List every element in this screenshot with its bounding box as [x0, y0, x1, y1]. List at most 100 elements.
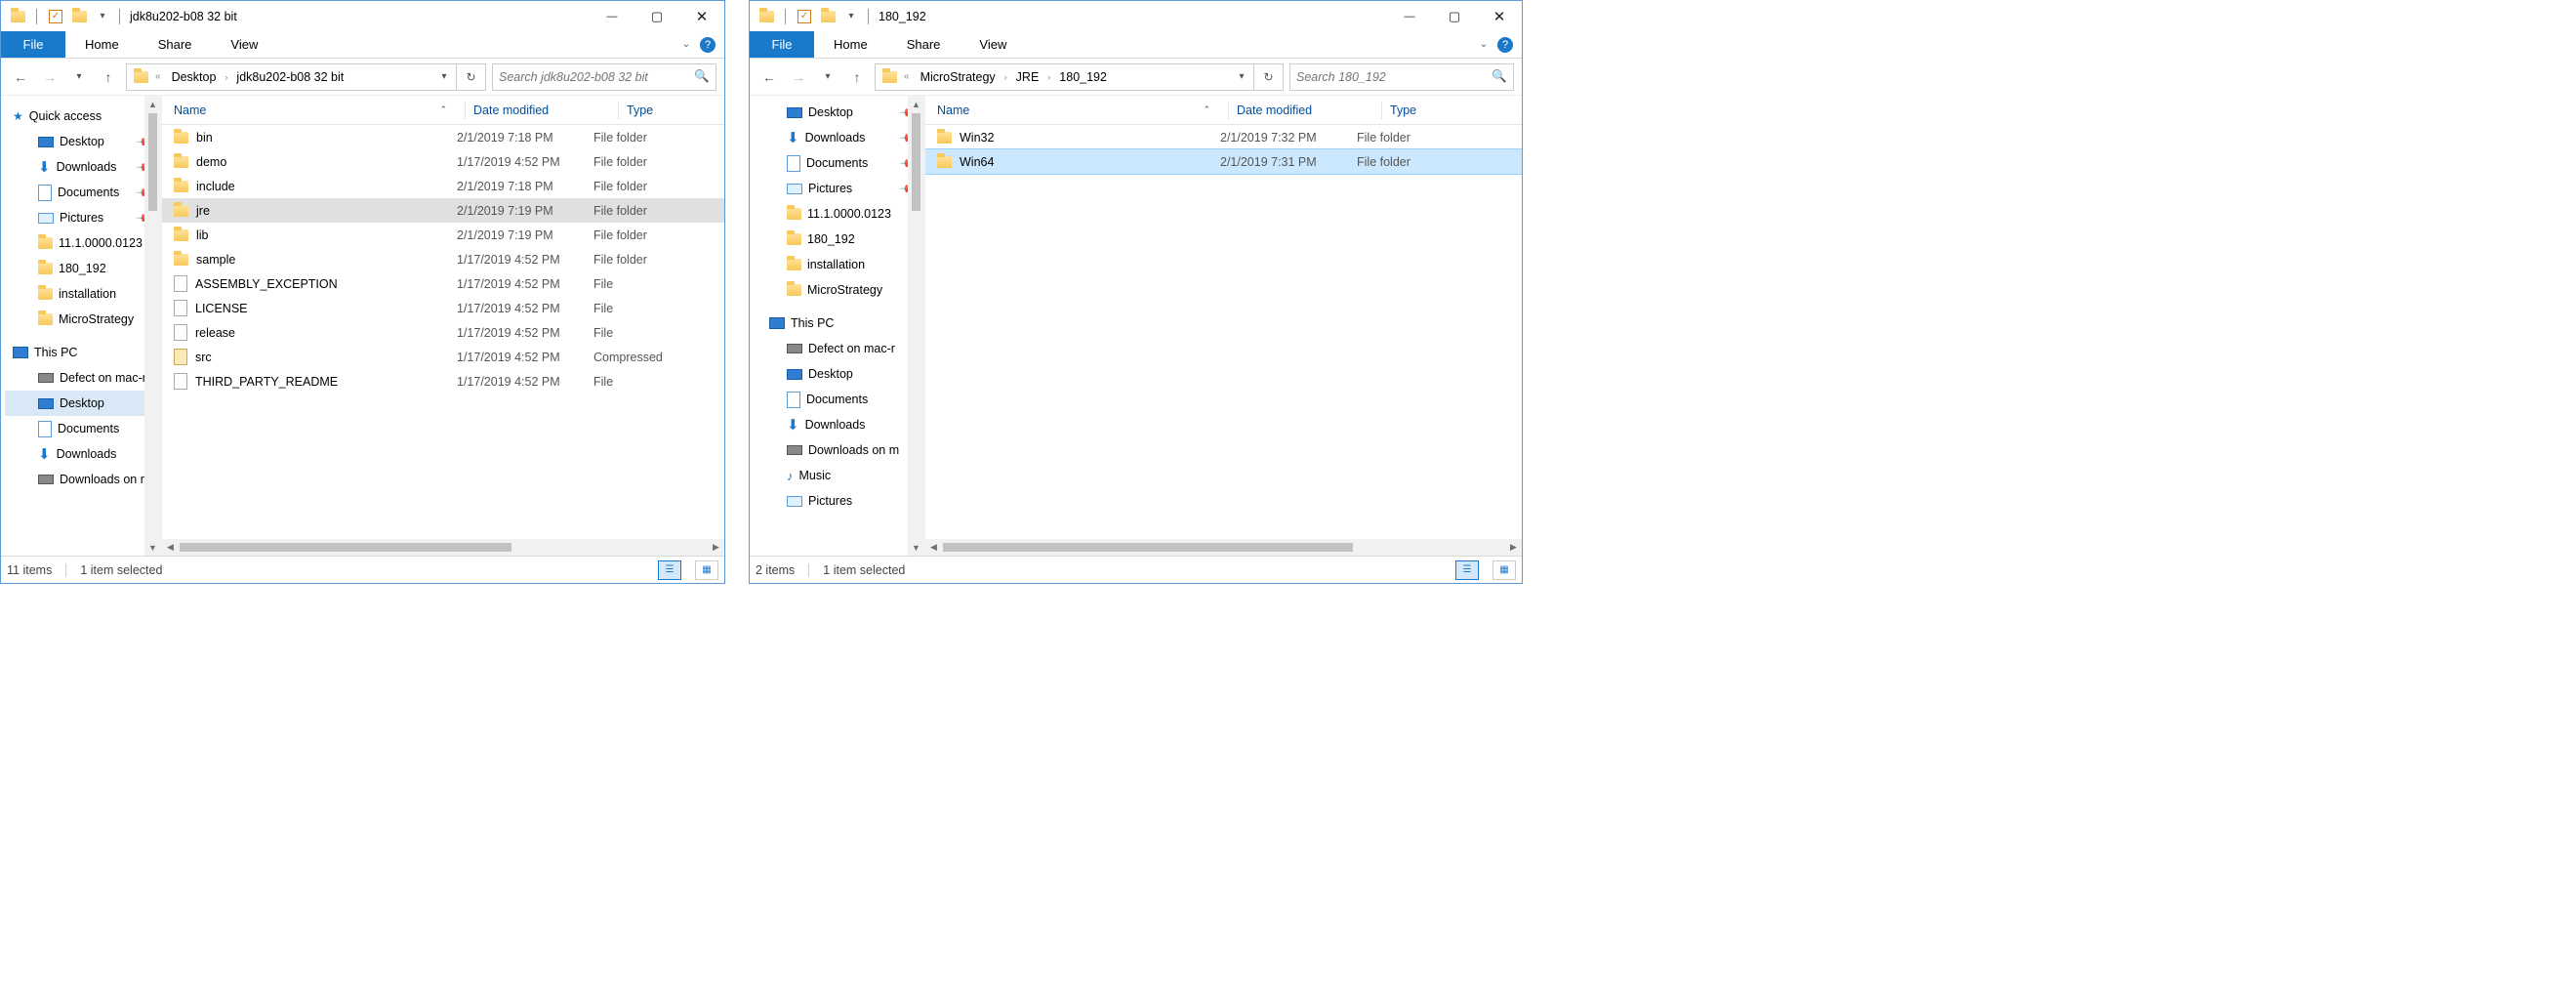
file-row[interactable]: release1/17/2019 4:52 PMFile	[162, 320, 724, 345]
up-button[interactable]: ↑	[97, 65, 120, 89]
nav-pictures[interactable]: Pictures📌	[754, 176, 920, 201]
file-row[interactable]: jre2/1/2019 7:19 PMFile folder	[162, 198, 724, 223]
recent-locations-dropdown[interactable]: ▾	[816, 65, 839, 89]
navpane-scrollbar[interactable]: ▲ ▼	[144, 96, 161, 556]
scroll-left-icon[interactable]: ◀	[925, 539, 942, 556]
file-row[interactable]: bin2/1/2019 7:18 PMFile folder	[162, 125, 724, 149]
nav-folder[interactable]: 11.1.0000.0123	[5, 230, 157, 256]
qat-customize-dropdown[interactable]: ▾	[840, 6, 862, 27]
file-row[interactable]: sample1/17/2019 4:52 PMFile folder	[162, 247, 724, 271]
nav-folder[interactable]: installation	[754, 252, 920, 277]
nav-folder[interactable]: MicroStrategy	[5, 307, 157, 332]
chevron-right-icon[interactable]: ›	[1045, 72, 1052, 82]
nav-drive[interactable]: Defect on mac-r	[754, 336, 920, 361]
qat-folder-icon[interactable]	[7, 6, 28, 27]
forward-button[interactable]: →	[787, 65, 810, 89]
col-name[interactable]: Name⌃	[937, 104, 1220, 117]
qat-newfolder-icon[interactable]	[68, 6, 90, 27]
file-row[interactable]: Win322/1/2019 7:32 PMFile folder	[925, 125, 1522, 149]
col-name[interactable]: Name⌃	[174, 104, 457, 117]
nav-pc-documents[interactable]: Documents	[5, 416, 157, 441]
search-icon[interactable]: 🔍	[688, 69, 716, 84]
scroll-down-icon[interactable]: ▼	[908, 539, 924, 556]
nav-folder[interactable]: 11.1.0000.0123	[754, 201, 920, 227]
search-icon[interactable]: 🔍	[1486, 69, 1513, 84]
search-box[interactable]: 🔍	[492, 63, 716, 91]
refresh-icon[interactable]: ↻	[456, 64, 485, 90]
quick-access-header[interactable]: ★ Quick access	[5, 104, 157, 129]
col-date[interactable]: Date modified	[1237, 104, 1373, 117]
navpane-scrollbar[interactable]: ▲ ▼	[908, 96, 924, 556]
nav-drive[interactable]: Downloads on m	[5, 467, 157, 492]
nav-desktop[interactable]: Desktop📌	[754, 100, 920, 125]
nav-pc-documents[interactable]: Documents	[754, 387, 920, 412]
file-row[interactable]: LICENSE1/17/2019 4:52 PMFile	[162, 296, 724, 320]
help-icon[interactable]: ?	[1494, 31, 1516, 58]
file-list[interactable]: Win322/1/2019 7:32 PMFile folderWin642/1…	[925, 125, 1522, 556]
nav-pc-pictures[interactable]: Pictures	[754, 488, 920, 514]
qat-newfolder-icon[interactable]	[817, 6, 838, 27]
qat-properties-icon[interactable]: ✓	[45, 6, 66, 27]
home-tab[interactable]: Home	[65, 31, 139, 58]
maximize-button[interactable]: ▢	[1432, 2, 1477, 30]
crumb[interactable]: MicroStrategy	[915, 70, 1002, 84]
breadcrumb-overflow-icon[interactable]: «	[151, 71, 165, 82]
scroll-right-icon[interactable]: ▶	[1505, 539, 1522, 556]
nav-folder[interactable]: 180_192	[754, 227, 920, 252]
address-bar[interactable]: « MicroStrategy › JRE › 180_192 ▾ ↻	[875, 63, 1284, 91]
details-view-button[interactable]: ☰	[1455, 560, 1479, 580]
view-tab[interactable]: View	[960, 31, 1026, 58]
scroll-up-icon[interactable]: ▲	[144, 96, 161, 112]
up-button[interactable]: ↑	[845, 65, 869, 89]
column-headers[interactable]: Name⌃ Date modified Type	[925, 96, 1522, 125]
col-type[interactable]: Type	[1390, 104, 1488, 117]
file-row[interactable]: Win642/1/2019 7:31 PMFile folder	[925, 149, 1522, 174]
nav-desktop[interactable]: Desktop📌	[5, 129, 157, 154]
minimize-button[interactable]: —	[1387, 2, 1432, 30]
crumb-current[interactable]: 180_192	[1053, 70, 1113, 84]
maximize-button[interactable]: ▢	[634, 2, 679, 30]
col-date[interactable]: Date modified	[473, 104, 610, 117]
search-input[interactable]	[499, 70, 688, 84]
horizontal-scrollbar[interactable]: ◀ ▶	[925, 539, 1522, 556]
file-row[interactable]: include2/1/2019 7:18 PMFile folder	[162, 174, 724, 198]
nav-pc-downloads[interactable]: ⬇Downloads	[5, 441, 157, 467]
scroll-thumb[interactable]	[943, 543, 1353, 552]
scroll-thumb[interactable]	[180, 543, 511, 552]
details-view-button[interactable]: ☰	[658, 560, 681, 580]
address-history-dropdown[interactable]: ▾	[1231, 71, 1252, 82]
qat-customize-dropdown[interactable]: ▾	[92, 6, 113, 27]
scroll-right-icon[interactable]: ▶	[708, 539, 724, 556]
address-history-dropdown[interactable]: ▾	[433, 71, 455, 82]
nav-pc-desktop[interactable]: Desktop	[754, 361, 920, 387]
nav-drive[interactable]: Downloads on m	[754, 437, 920, 463]
file-row[interactable]: src1/17/2019 4:52 PMCompressed	[162, 345, 724, 369]
share-tab[interactable]: Share	[887, 31, 961, 58]
address-bar[interactable]: « Desktop › jdk8u202-b08 32 bit ▾ ↻	[126, 63, 486, 91]
nav-pc-desktop[interactable]: Desktop	[5, 391, 157, 416]
crumb-current[interactable]: jdk8u202-b08 32 bit	[230, 70, 349, 84]
large-icons-view-button[interactable]: ▦	[695, 560, 718, 580]
scroll-thumb[interactable]	[148, 113, 157, 211]
close-button[interactable]: ✕	[679, 2, 724, 30]
file-tab[interactable]: File	[750, 31, 814, 58]
this-pc-header[interactable]: This PC	[754, 311, 920, 336]
navigation-pane[interactable]: ★ Quick access Desktop📌 ⬇Downloads📌 Docu…	[1, 96, 162, 556]
ribbon-expand-icon[interactable]: ⌄	[1473, 31, 1494, 58]
qat-properties-icon[interactable]: ✓	[794, 6, 815, 27]
nav-documents[interactable]: Documents📌	[754, 150, 920, 176]
nav-pictures[interactable]: Pictures📌	[5, 205, 157, 230]
navigation-pane[interactable]: Desktop📌 ⬇Downloads📌 Documents📌 Pictures…	[750, 96, 925, 556]
large-icons-view-button[interactable]: ▦	[1492, 560, 1516, 580]
share-tab[interactable]: Share	[139, 31, 212, 58]
file-list[interactable]: bin2/1/2019 7:18 PMFile folderdemo1/17/2…	[162, 125, 724, 556]
help-icon[interactable]: ?	[697, 31, 718, 58]
nav-pc-downloads[interactable]: ⬇Downloads	[754, 412, 920, 437]
search-box[interactable]: 🔍	[1289, 63, 1514, 91]
column-headers[interactable]: Name⌃ Date modified Type	[162, 96, 724, 125]
ribbon-expand-icon[interactable]: ⌄	[675, 31, 697, 58]
nav-pc-music[interactable]: ♪Music	[754, 463, 920, 488]
back-button[interactable]: ←	[757, 65, 781, 89]
recent-locations-dropdown[interactable]: ▾	[67, 65, 91, 89]
file-row[interactable]: ASSEMBLY_EXCEPTION1/17/2019 4:52 PMFile	[162, 271, 724, 296]
